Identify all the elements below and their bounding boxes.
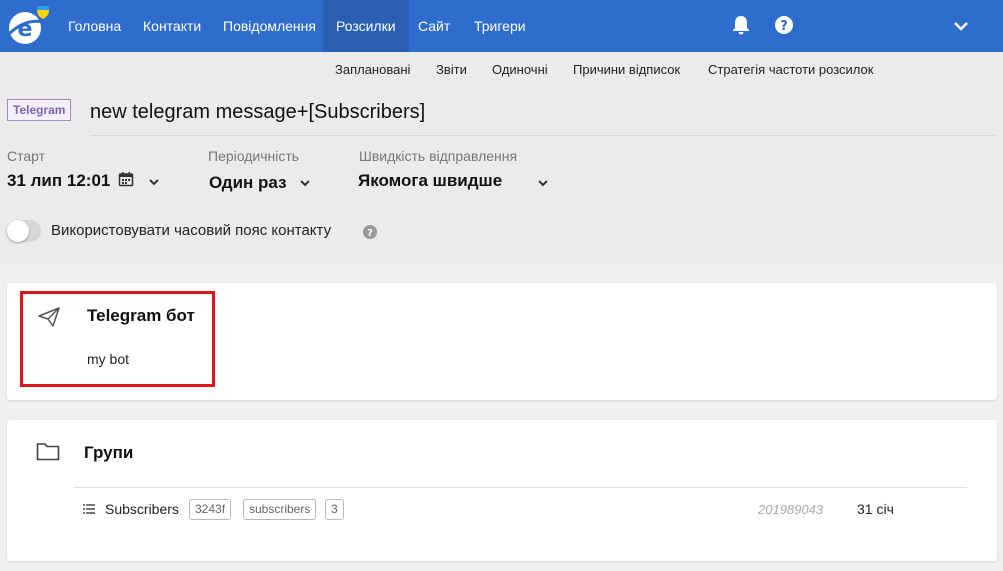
nav-contacts[interactable]: Контакти [130,0,214,52]
page-title[interactable]: new telegram message+[Subscribers] [90,101,425,124]
group-tag-type: subscribers [243,499,317,520]
timezone-toggle[interactable] [7,220,41,242]
subnav-reports[interactable]: Звіти [436,62,467,77]
folder-icon [36,443,60,461]
nav-campaigns[interactable]: Розсилки [323,0,409,52]
speed-label: Швидкість відправлення [359,148,518,164]
periodicity-value[interactable]: Один раз [209,173,287,193]
account-chevron-down-icon[interactable] [951,16,971,36]
timezone-help-icon[interactable]: ? [363,225,377,239]
timezone-toggle-label: Використовувати часовий пояс контакту [51,222,332,239]
top-navbar: e Головна Контакти Повідомлення Розсилки… [0,0,1003,52]
svg-text:?: ? [780,19,788,34]
toggle-knob [7,220,29,242]
svg-text:?: ? [367,228,373,239]
speed-value[interactable]: Якомога швидше [358,171,502,191]
group-date: 31 січ [857,501,894,517]
groups-card-title: Групи [84,443,134,462]
start-label: Старт [7,148,46,164]
bell-icon[interactable] [730,14,752,36]
subnav-single[interactable]: Одиночні [492,62,548,77]
groups-card [7,420,997,561]
periodicity-chevron-down-icon[interactable] [299,177,311,189]
esputnik-logo-icon[interactable]: e [6,6,50,46]
periodicity-label: Періодичність [208,148,300,164]
group-id: 201989043 [758,502,824,517]
group-tag-count: 3 [325,499,344,520]
calendar-icon[interactable] [118,171,134,187]
subnav-unsubscribe-reasons[interactable]: Причини відписок [573,62,680,77]
group-name[interactable]: Subscribers [105,501,179,517]
start-chevron-down-icon[interactable] [148,176,160,188]
highlight-box [20,291,215,387]
nav-triggers[interactable]: Тригери [461,0,539,52]
groups-divider [74,487,967,488]
subnav-frequency-strategy[interactable]: Стратегія частоти розсилок [708,62,873,77]
start-value[interactable]: 31 лип 12:01 [7,171,110,191]
speed-chevron-down-icon[interactable] [537,177,549,189]
title-divider [90,135,996,136]
help-icon[interactable]: ? [773,14,795,36]
nav-messages[interactable]: Повідомлення [210,0,329,52]
nav-site[interactable]: Сайт [405,0,463,52]
subnav-scheduled[interactable]: Заплановані [335,62,410,77]
list-icon [83,504,95,514]
channel-badge: Telegram [7,99,72,121]
group-tag-id: 3243f [189,499,232,520]
nav-home[interactable]: Головна [55,0,134,52]
